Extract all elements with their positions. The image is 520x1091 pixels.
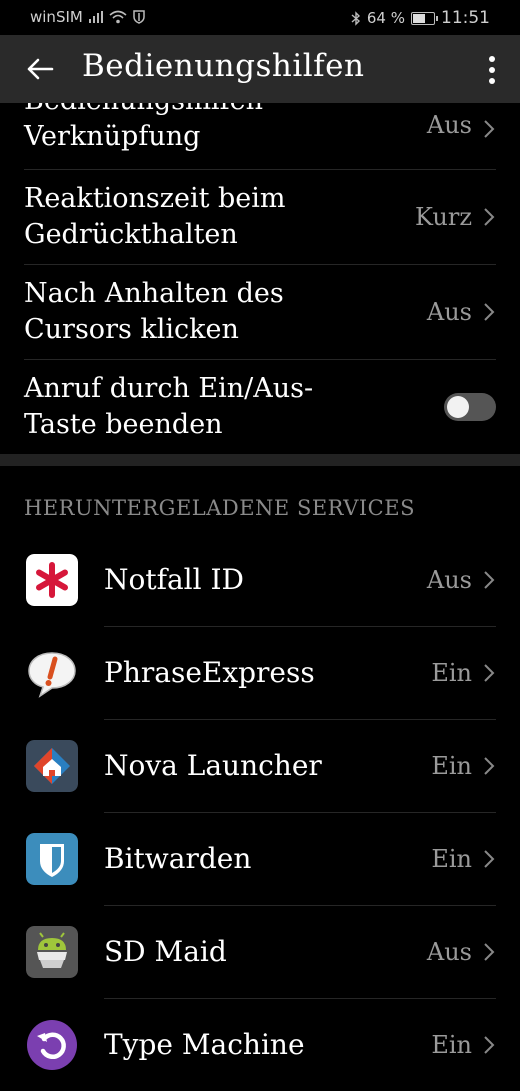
chevron-right-icon — [484, 208, 495, 226]
nova-launcher-icon — [26, 740, 78, 792]
setting-value: Aus — [426, 298, 472, 326]
chevron-right-icon — [484, 757, 495, 775]
service-row-notfall-id[interactable]: Notfall ID Aus — [26, 534, 496, 627]
emergency-asterisk-icon — [26, 554, 78, 606]
setting-row-hold-delay[interactable]: Reaktionszeit beim Gedrückthalten Kurz — [24, 170, 496, 265]
page-title: Bedienungshilfen — [82, 48, 365, 84]
android-robot-icon — [26, 926, 78, 978]
chevron-right-icon — [484, 664, 495, 682]
service-status: Ein — [431, 845, 472, 873]
setting-value: Kurz — [415, 203, 472, 231]
setting-label: Nach Anhalten des Cursors klicken — [24, 278, 284, 345]
chevron-right-icon — [484, 303, 495, 321]
section-header: HERUNTERGELADENE SERVICES — [24, 496, 415, 520]
battery-level — [413, 13, 425, 23]
bluetooth-icon — [351, 10, 360, 26]
chevron-right-icon — [484, 571, 495, 589]
service-name: Type Machine — [104, 1028, 305, 1061]
chevron-right-icon — [484, 1036, 495, 1054]
service-status: Aus — [426, 938, 472, 966]
service-row-nova-launcher[interactable]: Nova Launcher Ein — [26, 720, 496, 813]
setting-row-dwell-click[interactable]: Nach Anhalten des Cursors klicken Aus — [24, 265, 496, 360]
chevron-right-icon — [484, 943, 495, 961]
back-arrow-icon[interactable] — [24, 53, 56, 85]
section-divider — [0, 454, 520, 466]
undo-arrow-icon — [27, 1020, 77, 1070]
setting-label: Anruf durch Ein/Aus-Taste beenden — [24, 373, 314, 440]
service-status: Ein — [431, 659, 472, 687]
app-bar: Bedienungshilfen — [0, 35, 520, 103]
battery-icon — [411, 11, 438, 25]
signal-icon — [88, 11, 103, 23]
service-row-phraseexpress[interactable]: PhraseExpress Ein — [28, 627, 496, 720]
service-status: Aus — [426, 566, 472, 594]
service-name: Bitwarden — [104, 842, 252, 875]
chevron-right-icon — [484, 120, 495, 138]
setting-value: Aus — [426, 111, 472, 139]
service-name: SD Maid — [104, 935, 227, 968]
chevron-right-icon — [484, 850, 495, 868]
power-ends-call-toggle[interactable] — [444, 393, 496, 421]
service-row-bitwarden[interactable]: Bitwarden Ein — [26, 813, 496, 906]
setting-row-shortcut[interactable]: Bedienungshilfen- Verknüpfung Aus — [24, 85, 496, 170]
vpn-shield-icon — [133, 10, 145, 24]
setting-row-power-ends-call: Anruf durch Ein/Aus-Taste beenden — [24, 360, 496, 454]
wifi-icon — [109, 10, 127, 24]
shield-icon — [26, 833, 78, 885]
speech-bubble-icon — [28, 652, 76, 698]
status-bar: winSIM 64 % 11:51 — [0, 0, 520, 35]
service-row-type-machine[interactable]: Type Machine Ein — [27, 999, 496, 1091]
more-options-icon[interactable] — [488, 55, 496, 85]
service-name: PhraseExpress — [104, 656, 315, 689]
service-status: Ein — [431, 752, 472, 780]
service-row-sd-maid[interactable]: SD Maid Aus — [26, 906, 496, 999]
carrier-label: winSIM — [30, 8, 83, 26]
setting-label: Reaktionszeit beim Gedrückthalten — [24, 183, 286, 250]
service-name: Nova Launcher — [104, 749, 322, 782]
service-status: Ein — [431, 1031, 472, 1059]
battery-percent: 64 % — [366, 9, 405, 27]
service-name: Notfall ID — [104, 563, 244, 596]
toggle-knob — [447, 396, 469, 418]
settings-list: Bedienungshilfen- Verknüpfung Aus Reakti… — [0, 85, 520, 1091]
clock: 11:51 — [441, 8, 490, 28]
